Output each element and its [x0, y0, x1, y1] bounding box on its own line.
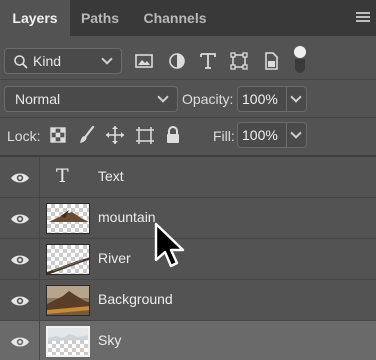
lock-all-icon[interactable] — [162, 124, 184, 146]
lock-position-icon[interactable] — [104, 124, 126, 146]
layer-row-text[interactable]: T Text — [0, 157, 376, 198]
visibility-cell[interactable] — [0, 198, 40, 239]
filter-kind-dropdown[interactable]: Kind — [4, 48, 122, 74]
blend-mode-dropdown[interactable]: Normal — [4, 86, 178, 112]
visibility-cell[interactable] — [0, 157, 40, 198]
layer-name[interactable]: Text — [98, 168, 124, 184]
eye-icon[interactable] — [10, 212, 30, 226]
opacity-label: Opacity: — [182, 91, 234, 107]
lock-artboard-icon[interactable] — [134, 124, 156, 146]
visibility-cell[interactable] — [0, 321, 40, 360]
filter-toggle-icon[interactable] — [294, 46, 306, 74]
image-filter-icon[interactable] — [133, 50, 155, 72]
layer-thumbnail[interactable] — [46, 244, 90, 275]
eye-icon[interactable] — [10, 335, 30, 349]
layer-name[interactable]: Background — [98, 291, 173, 307]
opacity-field[interactable]: 100% — [237, 86, 287, 112]
fill-label: Fill: — [213, 128, 235, 144]
opacity-slider-toggle[interactable] — [287, 86, 307, 112]
layer-name[interactable]: River — [98, 250, 131, 266]
eye-icon[interactable] — [10, 171, 30, 185]
layer-thumbnail[interactable] — [46, 285, 90, 316]
opacity-value: 100% — [242, 91, 278, 107]
layer-thumbnail[interactable] — [46, 203, 90, 234]
chevron-down-icon — [290, 127, 302, 139]
visibility-cell[interactable] — [0, 239, 40, 280]
background-thumbnail-image — [47, 286, 89, 315]
layer-row-mountain[interactable]: mountain — [0, 198, 376, 239]
mountain-thumbnail-image — [49, 210, 89, 222]
layer-row-sky[interactable]: Sky — [0, 321, 376, 360]
mouse-cursor-icon — [154, 222, 185, 268]
fill-slider-toggle[interactable] — [287, 122, 307, 148]
eye-icon[interactable] — [10, 253, 30, 267]
adjustment-filter-icon[interactable] — [166, 50, 188, 72]
sky-thumbnail-image — [48, 328, 88, 341]
filter-kind-label: Kind — [33, 53, 62, 69]
panel-menu-icon[interactable] — [356, 12, 370, 24]
chevron-down-icon — [290, 91, 302, 103]
type-layer-icon: T — [56, 165, 69, 187]
divider — [0, 79, 376, 80]
panel-tab-bar: Layers Paths Channels — [0, 0, 376, 36]
fill-value: 100% — [242, 127, 278, 143]
chevron-down-icon — [101, 53, 113, 65]
layer-row-river[interactable]: River — [0, 239, 376, 280]
tab-channels[interactable]: Channels — [130, 0, 220, 36]
chevron-down-icon — [157, 91, 169, 103]
tab-paths[interactable]: Paths — [70, 0, 130, 36]
layer-row-background[interactable]: Background — [0, 280, 376, 321]
fill-field[interactable]: 100% — [237, 122, 287, 148]
visibility-cell[interactable] — [0, 280, 40, 321]
lock-transparent-pixels-icon[interactable] — [47, 124, 69, 146]
search-icon — [14, 55, 28, 69]
lock-label: Lock: — [7, 128, 41, 144]
layer-name[interactable]: Sky — [98, 332, 121, 348]
tab-layers[interactable]: Layers — [0, 0, 70, 36]
layer-thumbnail[interactable] — [46, 326, 90, 357]
divider — [0, 117, 376, 118]
shape-filter-icon[interactable] — [228, 50, 250, 72]
river-thumbnail-image — [47, 257, 89, 274]
eye-icon[interactable] — [10, 294, 30, 308]
smart-object-filter-icon[interactable] — [260, 50, 282, 72]
layer-name[interactable]: mountain — [98, 209, 156, 225]
lock-image-pixels-icon[interactable] — [76, 124, 98, 146]
blend-mode-value: Normal — [15, 91, 61, 107]
type-filter-icon[interactable] — [197, 50, 219, 72]
